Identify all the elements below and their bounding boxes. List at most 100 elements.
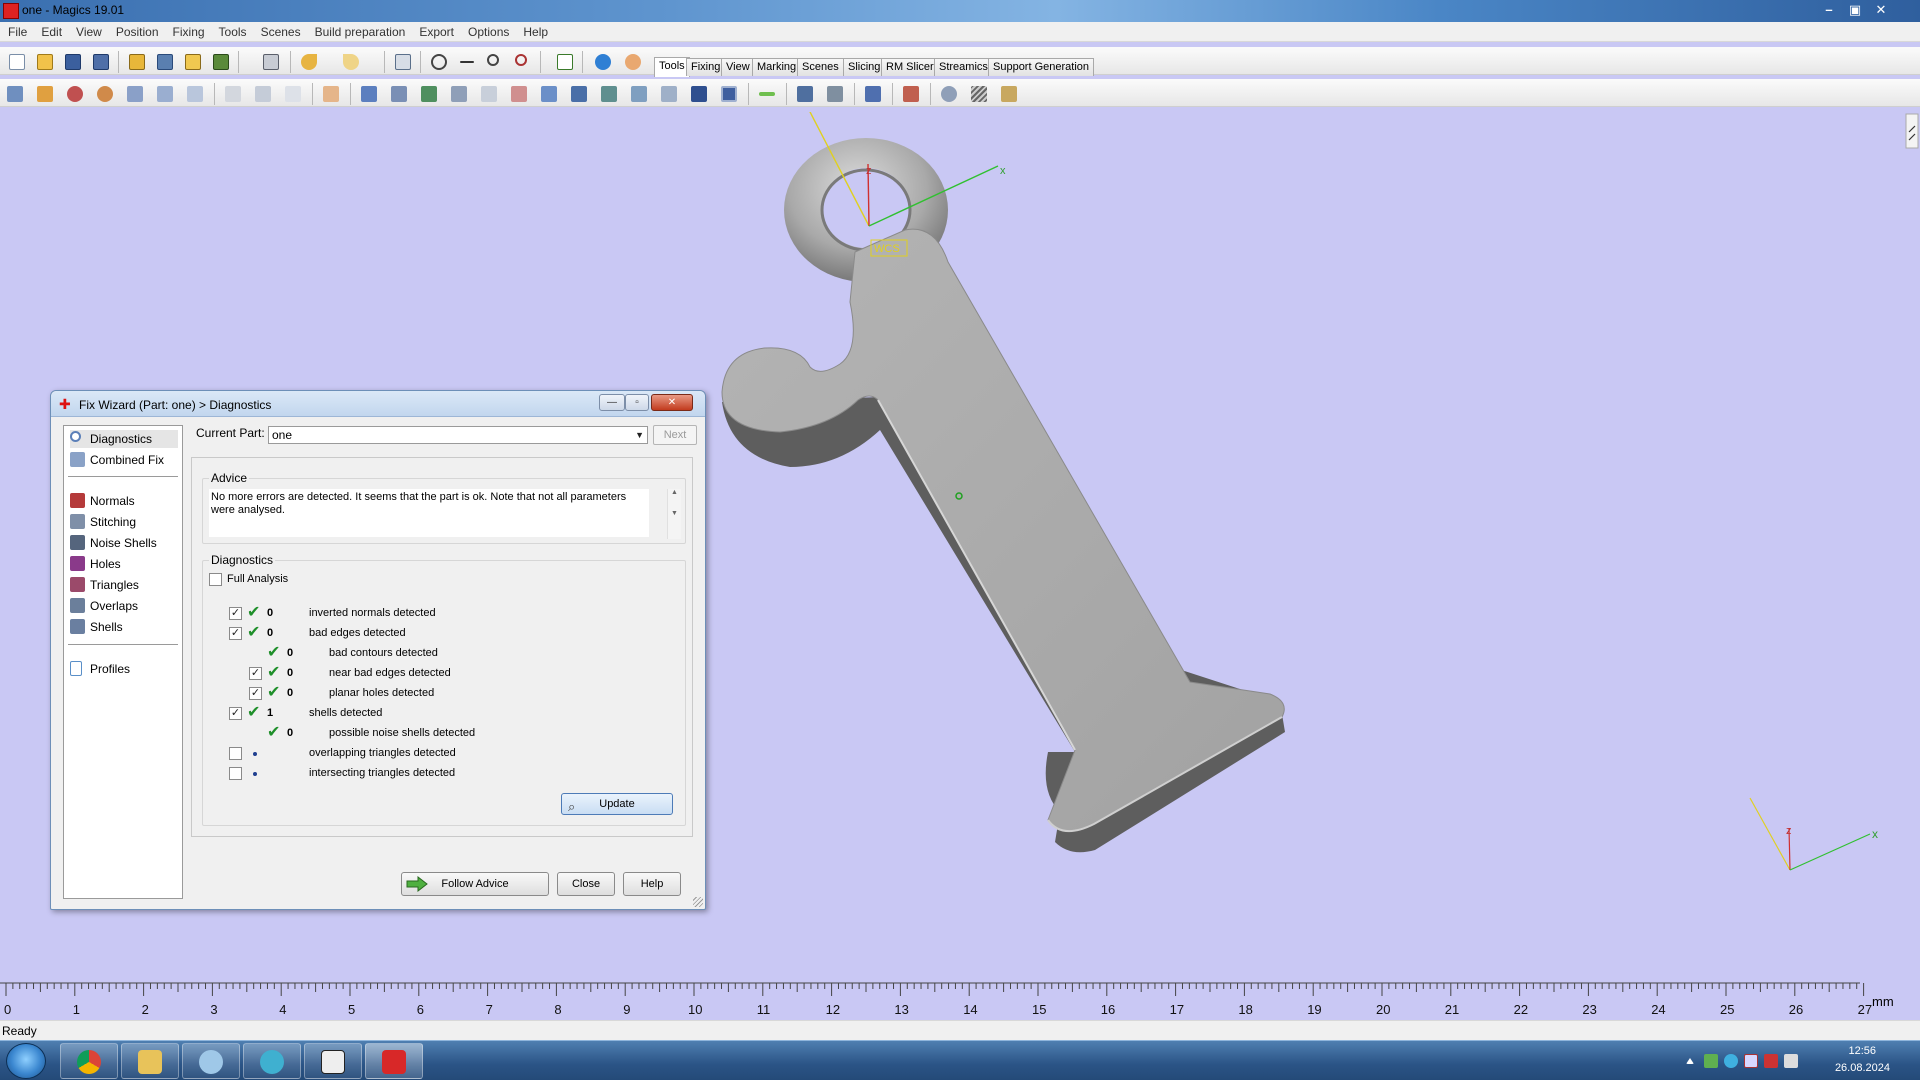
tab-view[interactable]: View xyxy=(721,58,755,76)
surface-button[interactable] xyxy=(628,83,650,105)
menu-help[interactable]: Help xyxy=(516,22,555,42)
nav-shells[interactable]: Shells xyxy=(70,618,178,636)
nav-normals[interactable]: Normals xyxy=(70,492,178,510)
nav-holes[interactable]: Holes xyxy=(70,555,178,573)
materialise-button[interactable] xyxy=(998,83,1020,105)
coordinate-button[interactable] xyxy=(824,83,846,105)
full-analysis-checkbox[interactable] xyxy=(209,573,222,586)
nav-diagnostics[interactable]: Diagnostics xyxy=(70,430,178,448)
taskbar-explorer[interactable] xyxy=(121,1043,179,1079)
merge-button[interactable] xyxy=(508,83,530,105)
translate-button[interactable] xyxy=(4,83,26,105)
help-button[interactable] xyxy=(592,51,614,73)
advice-scrollbar[interactable]: ▲ ▼ xyxy=(667,489,681,539)
taskbar-paint[interactable] xyxy=(182,1043,240,1079)
nav-stitching[interactable]: Stitching xyxy=(70,513,178,531)
reduce-button[interactable] xyxy=(478,83,500,105)
thickness-button[interactable] xyxy=(388,83,410,105)
import-part-button[interactable] xyxy=(126,51,148,73)
frame-button[interactable] xyxy=(718,83,740,105)
zoom-button[interactable] xyxy=(484,51,506,73)
diagnostic-checkbox[interactable]: ✓ xyxy=(249,667,262,680)
solid-button[interactable] xyxy=(568,83,590,105)
hollow-button[interactable] xyxy=(282,83,304,105)
taskbar-chrome[interactable] xyxy=(60,1043,118,1079)
about-button[interactable] xyxy=(622,51,644,73)
clock-date[interactable]: 26.08.2024 xyxy=(1835,1062,1890,1074)
diagnostic-checkbox[interactable]: ✓ xyxy=(229,707,242,720)
print-button[interactable] xyxy=(260,51,282,73)
hand-tool-button[interactable] xyxy=(320,83,342,105)
tray-expand-icon[interactable] xyxy=(1686,1058,1694,1064)
diagnostic-checkbox[interactable]: ✓ xyxy=(249,687,262,700)
save-part-button[interactable] xyxy=(154,51,176,73)
tab-streamics[interactable]: Streamics xyxy=(934,58,993,76)
tab-rm-slicer[interactable]: RM Slicer xyxy=(881,58,939,76)
taskbar-viewer[interactable] xyxy=(304,1043,362,1079)
open-file-button[interactable] xyxy=(34,51,56,73)
rotate-default-button[interactable] xyxy=(94,83,116,105)
menu-tools[interactable]: Tools xyxy=(212,22,254,42)
load-scene-button[interactable] xyxy=(182,51,204,73)
menu-export[interactable]: Export xyxy=(412,22,461,42)
box-button[interactable] xyxy=(688,83,710,105)
save-as-button[interactable] xyxy=(90,51,112,73)
pan-button[interactable] xyxy=(456,51,478,73)
nav-combined-fix[interactable]: Combined Fix xyxy=(70,451,178,469)
extrude-button[interactable] xyxy=(538,83,560,105)
wrap-button[interactable] xyxy=(658,83,680,105)
rotate-part-button[interactable] xyxy=(64,83,86,105)
measure-button[interactable] xyxy=(756,83,778,105)
punch-button[interactable] xyxy=(252,83,274,105)
close-button[interactable]: Close xyxy=(557,872,615,896)
dialog-title-bar[interactable]: ✚ Fix Wizard (Part: one) > Diagnostics —… xyxy=(51,391,705,417)
help-dialog-button[interactable]: Help xyxy=(623,872,681,896)
menu-view[interactable]: View xyxy=(69,22,109,42)
start-button[interactable] xyxy=(6,1043,46,1079)
dialog-minimize-button[interactable]: — xyxy=(599,394,625,411)
hatching-button[interactable] xyxy=(968,83,990,105)
tab-tools[interactable]: Tools xyxy=(654,57,690,77)
tray-volume-icon[interactable] xyxy=(1784,1054,1798,1068)
tray-security-icon[interactable] xyxy=(1764,1054,1778,1068)
taskbar-v8[interactable] xyxy=(243,1043,301,1079)
dialog-maximize-button[interactable]: ▫ xyxy=(625,394,649,411)
restore-button[interactable]: ▣ xyxy=(1842,0,1868,20)
save-button[interactable] xyxy=(62,51,84,73)
taskbar-magics[interactable] xyxy=(365,1043,423,1079)
clock-time[interactable]: 12:56 xyxy=(1848,1045,1876,1057)
select-button[interactable] xyxy=(392,51,414,73)
mirror-button[interactable] xyxy=(154,83,176,105)
update-button[interactable]: ⌕ Update xyxy=(561,793,673,815)
package-button[interactable] xyxy=(862,83,884,105)
resize-grip[interactable] xyxy=(693,897,703,907)
redo-button[interactable] xyxy=(340,51,362,73)
menu-edit[interactable]: Edit xyxy=(34,22,69,42)
translate-default-button[interactable] xyxy=(34,83,56,105)
zoom-fit-button[interactable] xyxy=(512,51,534,73)
minimize-button[interactable]: – xyxy=(1816,0,1842,20)
diagnostic-checkbox[interactable] xyxy=(229,747,242,760)
new-file-button[interactable] xyxy=(6,51,28,73)
undo-button[interactable] xyxy=(298,51,320,73)
nav-triangles[interactable]: Triangles xyxy=(70,576,178,594)
boolean-button[interactable] xyxy=(418,83,440,105)
verify-button[interactable] xyxy=(554,51,576,73)
tree-button[interactable] xyxy=(598,83,620,105)
fix-wizard-button[interactable] xyxy=(900,83,922,105)
tab-marking[interactable]: Marking xyxy=(752,58,802,76)
follow-advice-button[interactable]: Follow Advice xyxy=(401,872,549,896)
tray-network-icon[interactable] xyxy=(1704,1054,1718,1068)
offset-button[interactable] xyxy=(358,83,380,105)
dialog-close-button[interactable]: ✕ xyxy=(651,394,693,411)
menu-options[interactable]: Options xyxy=(461,22,516,42)
menu-fixing[interactable]: Fixing xyxy=(166,22,212,42)
tab-fixing[interactable]: Fixing xyxy=(686,58,726,76)
tab-support-generation[interactable]: Support Generation xyxy=(988,58,1095,76)
current-part-select[interactable]: one ▼ xyxy=(268,426,648,444)
settings-button[interactable] xyxy=(938,83,960,105)
unload-part-button[interactable] xyxy=(210,51,232,73)
tray-flag-icon[interactable] xyxy=(1744,1054,1758,1068)
next-button[interactable]: Next xyxy=(653,425,697,445)
menu-file[interactable]: File xyxy=(0,22,34,42)
